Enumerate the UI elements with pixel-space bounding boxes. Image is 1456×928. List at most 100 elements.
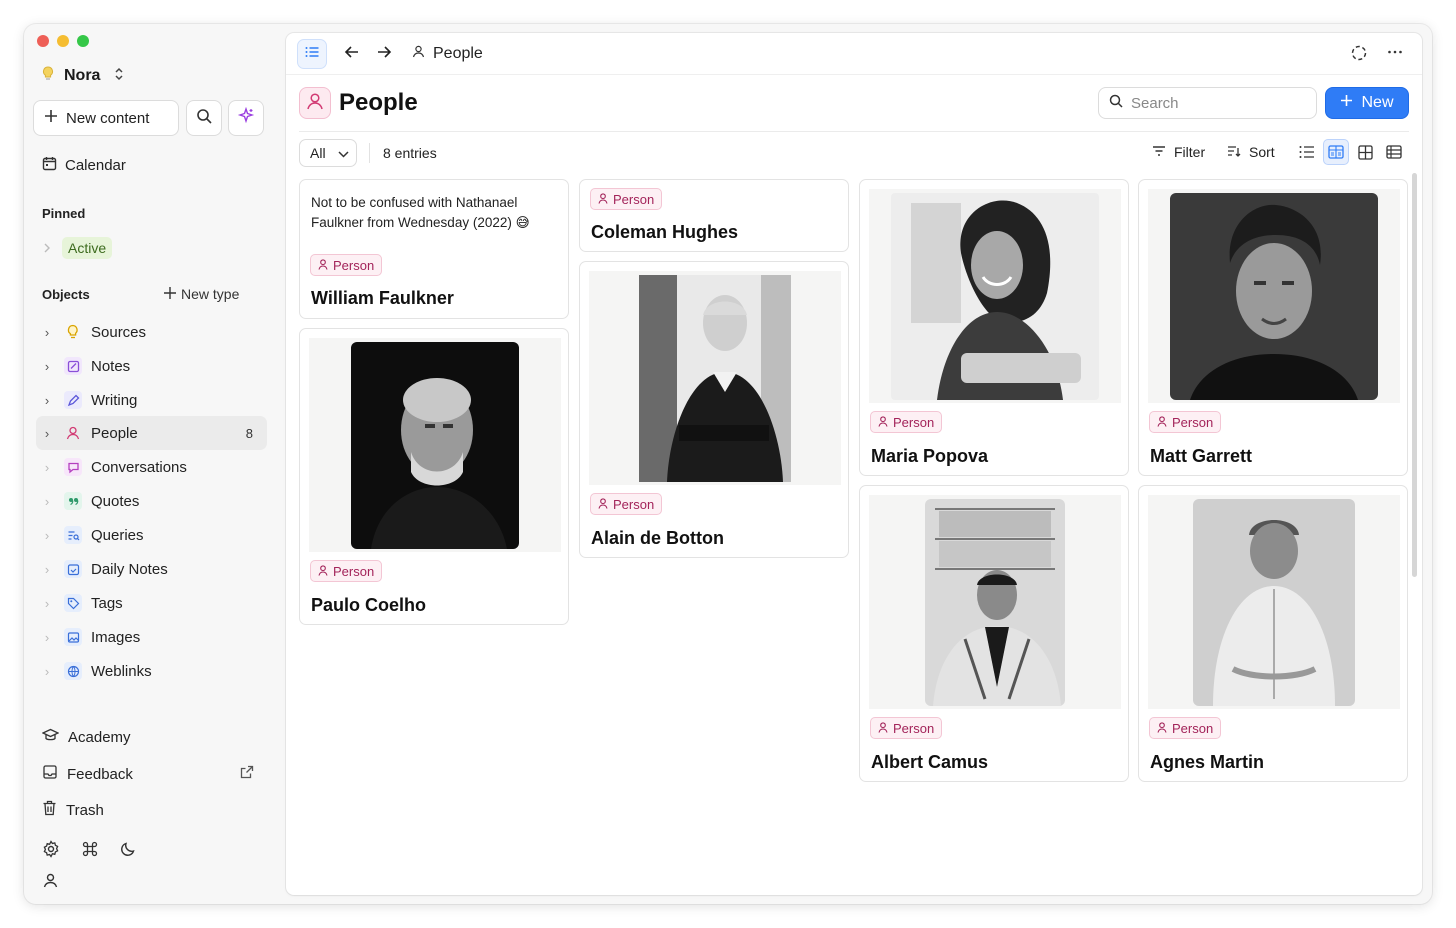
settings-gear-icon[interactable]: [42, 840, 60, 863]
sidebar-item-daily-notes[interactable]: › Daily Notes: [36, 552, 267, 586]
account-person-icon[interactable]: [43, 873, 58, 893]
person-card[interactable]: Person Agnes Martin: [1138, 485, 1408, 782]
people-count: 8: [245, 425, 253, 441]
sidebar-item-conversations[interactable]: › Conversations: [36, 450, 267, 484]
toolbar-separator: [369, 143, 370, 163]
workspace-switcher[interactable]: Nora: [42, 66, 124, 85]
sidebar-item-label: Conversations: [91, 458, 187, 476]
sidebar-item-label: Quotes: [91, 492, 140, 510]
table-view-icon[interactable]: [1381, 139, 1407, 165]
card-description: Not to be confused with Nathanael Faulkn…: [311, 195, 530, 230]
type-badge[interactable]: Person: [1149, 717, 1222, 739]
new-button[interactable]: New: [1325, 87, 1409, 119]
person-icon: [878, 415, 888, 430]
person-card[interactable]: Person Paulo Coelho: [299, 328, 569, 625]
type-badge[interactable]: Person: [870, 411, 943, 433]
person-card[interactable]: Person Albert Camus: [859, 485, 1129, 782]
sidebar-item-notes[interactable]: › Notes: [36, 349, 267, 383]
search-icon: [1109, 94, 1123, 112]
grid-view-icon[interactable]: [1352, 139, 1378, 165]
external-link-icon[interactable]: [240, 765, 254, 784]
sidebar-item-images[interactable]: › Images: [36, 620, 267, 654]
type-badge[interactable]: Person: [1149, 411, 1222, 433]
new-content-button[interactable]: New content: [33, 100, 179, 136]
type-label: Person: [613, 191, 655, 207]
type-badge[interactable]: Person: [590, 493, 663, 515]
maximize-window-button[interactable]: [77, 35, 89, 47]
sync-status-icon[interactable]: [1350, 44, 1368, 67]
type-badge[interactable]: Person: [870, 717, 943, 739]
page-title: People: [339, 89, 418, 116]
person-icon: [598, 192, 608, 207]
pinned-item-active[interactable]: Active: [42, 237, 113, 259]
sidebar-search-button[interactable]: [186, 100, 222, 136]
view-filter-select[interactable]: All: [299, 139, 357, 167]
person-card[interactable]: Person Matt Garrett: [1138, 179, 1408, 476]
person-card[interactable]: Person Coleman Hughes: [579, 179, 849, 252]
main-panel: People People Search New All 8 entries F…: [286, 33, 1422, 895]
calendar-check-icon: [64, 560, 82, 578]
ai-assistant-button[interactable]: [228, 100, 264, 136]
app-window: Nora New content Calendar Pinned Active …: [24, 24, 1432, 904]
type-label: Person: [613, 496, 655, 512]
active-badge: Active: [62, 237, 113, 259]
search-icon: [196, 108, 212, 129]
new-button-label: New: [1361, 94, 1394, 111]
academy-label: Academy: [68, 729, 131, 746]
moon-icon[interactable]: [120, 841, 136, 862]
card-view-icon[interactable]: [1323, 139, 1349, 165]
back-arrow-icon[interactable]: [344, 44, 360, 65]
search-placeholder: Search: [1131, 94, 1179, 112]
new-type-label: New type: [181, 286, 240, 302]
type-label: Person: [1172, 414, 1214, 430]
person-card[interactable]: Person Alain de Botton: [579, 261, 849, 558]
sidebar-item-label: Queries: [91, 526, 144, 544]
portrait-photo: [589, 271, 841, 485]
forward-arrow-icon[interactable]: [376, 44, 392, 65]
type-label: Person: [893, 720, 935, 736]
calendar-label: Calendar: [65, 157, 126, 174]
person-icon: [306, 92, 324, 115]
sidebar-item-quotes[interactable]: › Quotes: [36, 484, 267, 518]
calendar-nav-item[interactable]: Calendar: [42, 156, 126, 175]
more-options-icon[interactable]: [1386, 43, 1404, 66]
trash-nav-item[interactable]: Trash: [42, 800, 104, 820]
list-icon: [305, 45, 319, 63]
sidebar-item-label: Writing: [91, 391, 138, 409]
sidebar-item-weblinks[interactable]: › Weblinks: [36, 654, 267, 688]
filter-button[interactable]: Filter: [1152, 144, 1205, 160]
close-window-button[interactable]: [37, 35, 49, 47]
chevron-right-icon: ›: [44, 493, 50, 509]
minimize-window-button[interactable]: [57, 35, 69, 47]
sort-button[interactable]: Sort: [1227, 144, 1275, 160]
sidebar-item-sources[interactable]: › Sources: [36, 315, 267, 349]
list-view-icon[interactable]: [1294, 139, 1320, 165]
command-icon[interactable]: [82, 841, 98, 862]
academy-nav-item[interactable]: Academy: [41, 728, 131, 747]
sidebar-item-tags[interactable]: › Tags: [36, 586, 267, 620]
pen-icon: [64, 391, 82, 409]
person-card[interactable]: Not to be confused with Nathanael Faulkn…: [299, 179, 569, 319]
breadcrumb[interactable]: People: [412, 45, 483, 63]
chevron-right-icon: ›: [44, 459, 50, 475]
sidebar-item-writing[interactable]: › Writing: [36, 383, 267, 417]
trash-icon: [42, 800, 57, 820]
sidebar-item-label: Daily Notes: [91, 560, 168, 578]
entries-count: 8 entries: [383, 145, 437, 161]
search-input[interactable]: Search: [1098, 87, 1317, 119]
trash-label: Trash: [66, 801, 104, 819]
new-type-button[interactable]: New type: [164, 286, 239, 302]
sidebar-item-people[interactable]: › People 8: [36, 416, 267, 450]
feedback-nav-item[interactable]: Feedback: [42, 764, 133, 784]
breadcrumb-label: People: [433, 45, 483, 62]
type-badge[interactable]: Person: [590, 188, 663, 210]
sort-label: Sort: [1249, 144, 1275, 160]
sidebar-item-label: Weblinks: [91, 662, 152, 680]
chat-icon: [64, 458, 82, 476]
type-badge[interactable]: Person: [310, 254, 383, 276]
sidebar-toggle-button[interactable]: [297, 39, 327, 69]
person-card[interactable]: Person Maria Popova: [859, 179, 1129, 476]
sidebar-item-queries[interactable]: › Queries: [36, 518, 267, 552]
type-badge[interactable]: Person: [310, 560, 383, 582]
scrollbar[interactable]: [1412, 173, 1417, 577]
